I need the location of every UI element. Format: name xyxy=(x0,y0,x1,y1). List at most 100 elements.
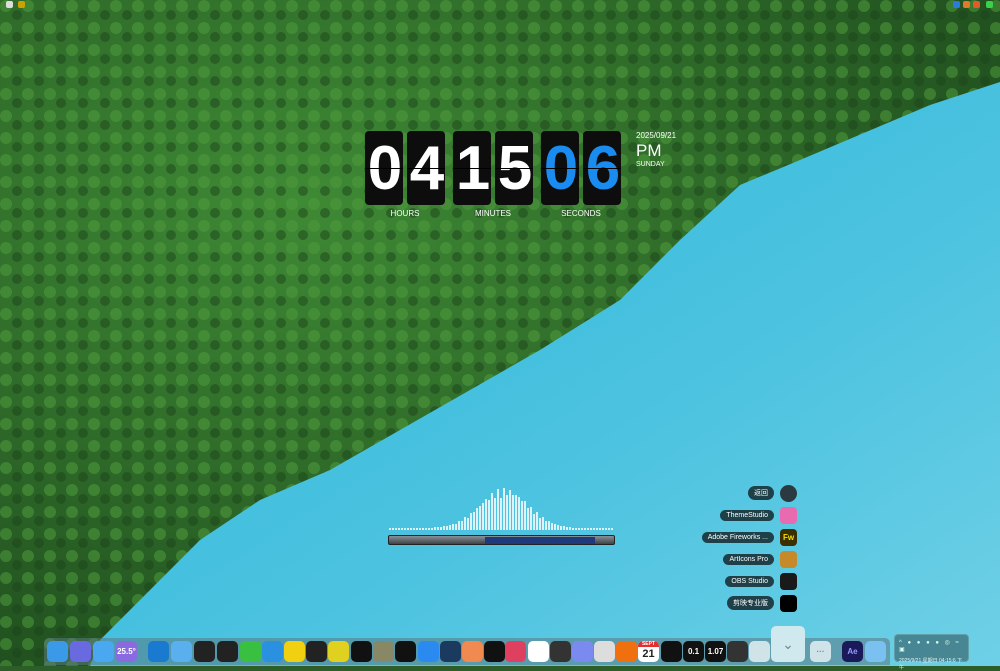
cassette-icon[interactable] xyxy=(395,641,416,662)
visualizer-bar xyxy=(449,525,451,530)
network-up-icon[interactable]: 0.1 xyxy=(683,641,704,662)
volume-icon[interactable] xyxy=(572,641,593,662)
visualizer-bar xyxy=(512,495,514,530)
visualizer-bar xyxy=(410,528,412,530)
stack-menu-item[interactable]: 返回 xyxy=(748,484,797,502)
top-right-app-icon[interactable] xyxy=(963,1,970,8)
vpn-icon[interactable] xyxy=(661,641,682,662)
visualizer-bar xyxy=(497,489,499,530)
wechat-icon[interactable] xyxy=(240,641,261,662)
windows-icon[interactable] xyxy=(93,641,114,662)
network-down-icon[interactable]: 1.07 xyxy=(705,641,726,662)
visualizer-bar xyxy=(464,517,466,530)
stack-menu-item[interactable]: OBS Studio xyxy=(725,572,797,590)
visualizer-bar xyxy=(398,528,400,530)
top-right-app-icon[interactable] xyxy=(973,1,980,8)
video-player-icon[interactable] xyxy=(306,641,327,662)
clock-app-icon[interactable] xyxy=(528,641,549,662)
visualizer-bar xyxy=(590,528,592,530)
search-app-icon[interactable] xyxy=(462,641,483,662)
visualizer-bar xyxy=(608,528,610,530)
control-icon[interactable] xyxy=(594,641,615,662)
winamp-icon[interactable] xyxy=(373,641,394,662)
hours-digit: 0 xyxy=(365,131,403,205)
obs-icon xyxy=(780,572,797,590)
launchpad-icon[interactable] xyxy=(70,641,91,662)
visualizer-bar xyxy=(500,498,502,530)
visualizer-bar xyxy=(443,526,445,530)
visualizer-bar xyxy=(563,526,565,530)
visualizer-bar xyxy=(389,528,391,530)
visualizer-bar xyxy=(452,524,454,530)
audio-visualizer xyxy=(389,488,613,530)
hours-digit: 4 xyxy=(407,131,445,205)
weather-icon[interactable]: 25.5° xyxy=(116,641,137,662)
articons-icon xyxy=(780,550,797,568)
visualizer-bar xyxy=(566,527,568,530)
visualizer-bar xyxy=(551,523,553,530)
pen-icon[interactable] xyxy=(418,641,439,662)
visualizer-bar xyxy=(530,507,532,530)
app-store-icon[interactable] xyxy=(171,641,192,662)
finder-icon[interactable] xyxy=(47,641,68,662)
visualizer-bar xyxy=(485,499,487,530)
visualizer-bar xyxy=(599,528,601,530)
system-tray[interactable]: ^ ● ● ● ● ◎ ≈ ▣ 2025/9/21 星期日 04:15:6 下午 xyxy=(894,634,969,671)
percent-app-icon[interactable] xyxy=(484,641,505,662)
visualizer-bar xyxy=(509,490,511,530)
top-right-app-icon[interactable] xyxy=(986,1,993,8)
visualizer-bar xyxy=(587,528,589,530)
music-icon[interactable] xyxy=(328,641,349,662)
chevron-down-icon[interactable] xyxy=(749,641,770,662)
visualizer-bar xyxy=(503,488,505,530)
visualizer-bar xyxy=(584,528,586,530)
media-player-bar[interactable] xyxy=(388,535,615,545)
steam-icon[interactable] xyxy=(440,641,461,662)
visualizer-bar xyxy=(458,521,460,530)
tray-icons[interactable]: ^ ● ● ● ● ◎ ≈ ▣ xyxy=(895,635,968,653)
clock-date-info: 2025/09/21 PM SUNDAY xyxy=(636,131,676,168)
aimp-icon[interactable] xyxy=(351,641,372,662)
visualizer-bar xyxy=(572,528,574,530)
visualizer-bar xyxy=(416,528,418,530)
flip-clock-widget: 0 4 HOURS 1 5 MINUTES 0 6 SECONDS xyxy=(365,131,629,218)
power-icon[interactable] xyxy=(727,641,748,662)
potplayer-icon[interactable] xyxy=(284,641,305,662)
top-left-app-icon[interactable] xyxy=(18,1,25,8)
visualizer-bar xyxy=(494,498,496,530)
top-right-app-icon[interactable] xyxy=(953,1,960,8)
edge-icon[interactable] xyxy=(148,641,169,662)
visualizer-bar xyxy=(413,528,415,530)
qq-icon[interactable] xyxy=(194,641,215,662)
more-icon[interactable]: ··· xyxy=(810,641,831,662)
top-left-app-icon[interactable] xyxy=(6,1,13,8)
stack-menu-item[interactable]: ThemeStudio xyxy=(720,506,797,524)
stack-chevron-down-icon[interactable]: ⌄ xyxy=(771,626,805,662)
stack-menu-item[interactable]: 剪映专业版 xyxy=(727,594,797,612)
qq-icon[interactable] xyxy=(217,641,238,662)
back-arrow-icon xyxy=(780,484,797,502)
chat-icon[interactable] xyxy=(262,641,283,662)
stack-menu-item[interactable]: ArtIcons Pro xyxy=(723,550,797,568)
photo-app-icon[interactable] xyxy=(505,641,526,662)
calendar-icon[interactable]: SEPT 21 xyxy=(638,641,659,662)
visualizer-bar xyxy=(446,526,448,530)
color-wheel-icon[interactable] xyxy=(550,641,571,662)
visualizer-bar xyxy=(431,528,433,530)
visualizer-bar xyxy=(491,493,493,530)
visualizer-bar xyxy=(482,503,484,530)
visualizer-bar xyxy=(518,497,520,530)
after-effects-icon[interactable]: Ae xyxy=(842,641,863,662)
hours-label: HOURS xyxy=(390,209,420,218)
fireworks-glyph: Fw xyxy=(782,532,795,542)
visualizer-bar xyxy=(539,518,541,530)
visualizer-bar xyxy=(521,501,523,530)
cleaner-icon[interactable] xyxy=(865,641,886,662)
stack-menu-item[interactable]: Adobe Fireworks ... Fw xyxy=(701,528,797,546)
visualizer-bar xyxy=(611,528,613,530)
visualizer-bar xyxy=(401,528,403,530)
toggle-app-icon[interactable] xyxy=(616,641,637,662)
themestudio-icon xyxy=(780,506,797,524)
visualizer-bar xyxy=(602,528,604,530)
visualizer-bar xyxy=(605,528,607,530)
